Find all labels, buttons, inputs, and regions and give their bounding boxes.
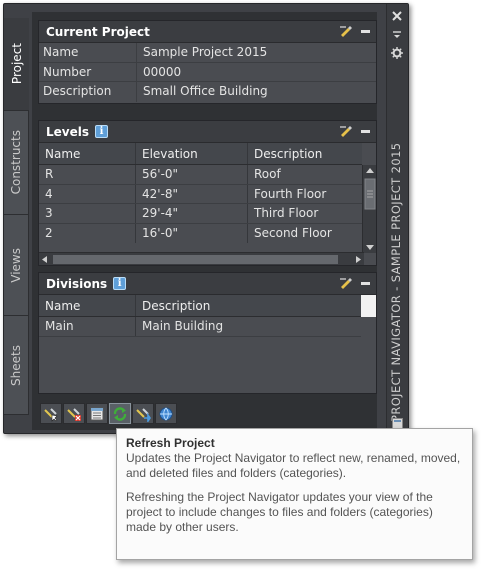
- property-value: 00000: [143, 64, 182, 79]
- levels-grid-header: Name Elevation Description: [39, 143, 362, 165]
- project-settings-icon: [90, 407, 104, 420]
- levels-header: Levels i: [39, 121, 376, 143]
- project-browser-icon: [159, 407, 173, 420]
- project-tab-content: Current Project Name Sample Project 2015…: [32, 12, 377, 430]
- level-description: Roof: [254, 167, 281, 181]
- column-header-description[interactable]: Description: [136, 295, 361, 316]
- divisions-section: Divisions i Name Description Main Main B…: [38, 272, 377, 394]
- column-header-name[interactable]: Name: [39, 143, 136, 164]
- property-value: Sample Project 2015: [143, 45, 268, 59]
- levels-vertical-scrollbar[interactable]: [362, 165, 376, 253]
- tab-sheets[interactable]: Sheets: [4, 316, 29, 415]
- level-row[interactable]: 3 29'-4" Third Floor: [39, 204, 362, 224]
- project-toolbar: [40, 403, 177, 424]
- refresh-project-icon: [113, 406, 127, 421]
- divisions-grid: Name Description Main Main Building: [39, 295, 376, 337]
- division-description: Main Building: [142, 319, 224, 333]
- project-settings-button[interactable]: [86, 403, 108, 424]
- property-label: Number: [39, 62, 137, 81]
- close-project-button[interactable]: [63, 403, 85, 424]
- property-row: Name Sample Project 2015: [39, 43, 376, 63]
- tab-project-label: Project: [9, 43, 24, 85]
- tab-sheets-label: Sheets: [9, 344, 23, 386]
- level-description: Third Floor: [254, 206, 319, 220]
- project-navigator-palette: Project Constructs Views Sheets Current …: [3, 3, 409, 434]
- minimize-icon[interactable]: [361, 130, 370, 133]
- level-elevation: 42'-8": [136, 184, 248, 203]
- tooltip-summary: Updates the Project Navigator to reflect…: [126, 451, 461, 480]
- splitter-handle[interactable]: [203, 266, 223, 276]
- select-project-button[interactable]: [40, 403, 62, 424]
- level-name: 4: [39, 184, 136, 203]
- tab-views-label: Views: [9, 247, 23, 283]
- level-row[interactable]: 2 16'-0" Second Floor: [39, 223, 362, 243]
- project-browser-button[interactable]: [155, 403, 177, 424]
- minimize-icon[interactable]: [361, 282, 370, 285]
- column-header-elevation[interactable]: Elevation: [136, 143, 248, 164]
- level-description: Fourth Floor: [254, 186, 327, 201]
- info-icon[interactable]: i: [113, 277, 127, 290]
- division-row[interactable]: Main Main Building: [39, 317, 361, 337]
- grid-corner: [361, 295, 376, 317]
- levels-grid: Name Elevation Description R 56'-0" Roof…: [39, 143, 376, 253]
- close-icon[interactable]: [392, 11, 402, 21]
- refresh-project-tooltip: Refresh Project Updates the Project Navi…: [116, 428, 473, 560]
- level-description: Second Floor: [254, 225, 332, 240]
- level-name: 3: [39, 204, 136, 223]
- levels-horizontal-scrollbar[interactable]: [39, 252, 364, 265]
- property-label: Description: [39, 82, 137, 102]
- division-name: Main: [39, 317, 136, 336]
- tab-project[interactable]: Project: [4, 18, 29, 111]
- tooltip-title: Refresh Project: [126, 436, 215, 450]
- minimize-icon[interactable]: [361, 30, 370, 33]
- close-project-icon: [67, 407, 81, 421]
- levels-section: Levels i Name Elevation Description R 56…: [38, 120, 377, 266]
- level-elevation: 56'-0": [136, 165, 248, 184]
- level-elevation: 29'-4": [136, 204, 248, 223]
- edit-project-icon[interactable]: [339, 25, 353, 37]
- info-icon[interactable]: i: [95, 125, 109, 138]
- level-name: 2: [39, 223, 136, 243]
- tooltip-details: Refreshing the Project Navigator updates…: [126, 490, 433, 534]
- divisions-grid-header: Name Description: [39, 295, 361, 317]
- edit-levels-icon[interactable]: [339, 125, 353, 137]
- property-value: Small Office Building: [143, 84, 268, 98]
- refresh-project-button[interactable]: [109, 403, 131, 424]
- palette-title-bar[interactable]: PROJECT NAVIGATOR - SAMPLE PROJECT 2015: [386, 4, 408, 433]
- property-label: Name: [39, 43, 137, 62]
- levels-title: Levels: [46, 124, 90, 139]
- level-row[interactable]: R 56'-0" Roof: [39, 165, 362, 185]
- divisions-title: Divisions: [46, 276, 108, 291]
- tab-constructs[interactable]: Constructs: [4, 111, 29, 215]
- level-row[interactable]: 4 42'-8" Fourth Floor: [39, 184, 362, 204]
- level-name: R: [39, 165, 136, 184]
- auto-hide-icon[interactable]: [392, 30, 402, 40]
- current-project-section: Current Project Name Sample Project 2015…: [38, 20, 377, 104]
- property-row: Description Small Office Building: [39, 82, 376, 102]
- current-project-header: Current Project: [39, 21, 376, 43]
- select-project-icon: [44, 407, 58, 422]
- properties-gear-icon[interactable]: [391, 47, 403, 59]
- current-project-title: Current Project: [46, 24, 150, 39]
- edit-divisions-icon[interactable]: [339, 277, 353, 289]
- column-header-description[interactable]: Description: [248, 143, 362, 164]
- tab-constructs-label: Constructs: [9, 130, 23, 195]
- tab-views[interactable]: Views: [4, 215, 29, 316]
- property-row: Number 00000: [39, 62, 376, 82]
- level-elevation: 16'-0": [136, 223, 248, 243]
- column-header-name[interactable]: Name: [39, 295, 136, 316]
- repath-project-button[interactable]: [132, 403, 154, 424]
- divisions-header: Divisions i: [39, 273, 376, 295]
- palette-title: PROJECT NAVIGATOR - SAMPLE PROJECT 2015: [389, 142, 403, 422]
- repath-project-icon: [136, 407, 151, 422]
